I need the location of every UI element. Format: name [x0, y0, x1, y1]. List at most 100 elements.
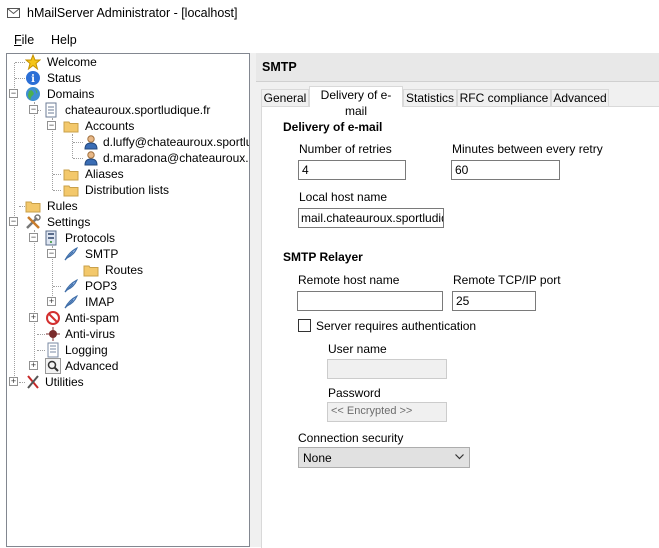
remote-port-input[interactable]: 25: [452, 291, 536, 311]
menu-file-accel: F: [14, 33, 22, 47]
tree-label-account: d.maradona@chateauroux.spo: [103, 151, 249, 165]
security-label: Connection security: [298, 431, 404, 445]
tree-label-account: d.luffy@chateauroux.sportludiq: [103, 135, 249, 149]
tree-label-rules: Rules: [47, 199, 78, 213]
security-value: None: [303, 451, 332, 465]
tab-rfc-compliance[interactable]: RFC compliance: [457, 89, 551, 106]
log-icon: [47, 342, 59, 358]
collapse-domain-button[interactable]: −: [29, 105, 38, 114]
collapse-protocols-button[interactable]: −: [29, 233, 38, 242]
star-icon: [25, 54, 41, 70]
tree-label-domains: Domains: [47, 87, 95, 101]
security-select[interactable]: None: [298, 447, 470, 468]
collapse-smtp-button[interactable]: −: [47, 249, 56, 258]
settings-panel: SMTP General Delivery of e-mail Statisti…: [256, 53, 659, 548]
folder-icon: [25, 201, 41, 213]
tree-label-antivirus: Anti-virus: [65, 327, 116, 341]
info-icon: i: [26, 71, 40, 85]
remote-host-label: Remote host name: [298, 273, 400, 287]
tab-general[interactable]: General: [261, 89, 309, 106]
tree-line: [53, 286, 61, 287]
tree-label-smtp: SMTP: [85, 247, 119, 261]
globe-icon: [26, 87, 40, 101]
folder-icon: [83, 265, 99, 277]
virus-icon: [46, 327, 60, 341]
minutes-input[interactable]: 60: [451, 160, 560, 180]
tree-label-welcome: Welcome: [47, 55, 97, 69]
folder-icon: [63, 121, 79, 133]
expand-advanced-button[interactable]: +: [29, 361, 38, 370]
svg-text:i: i: [31, 74, 35, 85]
navigation-tree[interactable]: − − − − − − + + + + Welcome i Status Dom…: [6, 53, 250, 547]
panel-title: SMTP: [262, 60, 297, 74]
tree-label-distribution-lists: Distribution lists: [85, 183, 170, 197]
tools-icon: [26, 214, 41, 229]
tree-label-antispam: Anti-spam: [65, 311, 120, 325]
tree-label-aliases: Aliases: [85, 167, 124, 181]
collapse-domains-button[interactable]: −: [9, 89, 18, 98]
chevron-down-icon: [455, 454, 464, 460]
username-label: User name: [328, 342, 387, 356]
delivery-heading: Delivery of e-mail: [283, 120, 383, 134]
feather-icon: [64, 294, 78, 309]
tree-label-domain: chateauroux.sportludique.fr: [65, 103, 211, 117]
user-icon: [84, 151, 98, 166]
window-title: hMailServer Administrator - [localhost]: [27, 6, 238, 20]
utilities-icon: [27, 375, 39, 389]
tree-line: [37, 334, 45, 335]
tree-label-advanced: Advanced: [65, 359, 119, 373]
menu-bar: File Help: [0, 29, 659, 51]
retries-label: Number of retries: [299, 142, 392, 156]
tree-label-routes: Routes: [105, 263, 144, 277]
tab-content: Delivery of e-mail Number of retries 4 M…: [261, 106, 659, 548]
retries-input[interactable]: 4: [298, 160, 406, 180]
expand-imap-button[interactable]: +: [47, 297, 56, 306]
tree-line: [34, 230, 35, 366]
auth-label[interactable]: Server requires authentication: [316, 319, 476, 333]
magnifier-icon: [45, 358, 61, 374]
menu-file[interactable]: File: [14, 33, 34, 47]
password-label: Password: [328, 386, 381, 400]
tree-line: [53, 190, 61, 191]
folder-icon: [63, 169, 79, 181]
user-icon: [84, 135, 98, 150]
tree-label-status: Status: [47, 71, 82, 85]
tree-label-imap: IMAP: [85, 295, 115, 309]
tree-line: [53, 174, 61, 175]
menu-help[interactable]: Help: [51, 33, 77, 47]
title-bar: hMailServer Administrator - [localhost]: [0, 0, 659, 28]
tree-line: [37, 350, 45, 351]
minutes-label: Minutes between every retry: [452, 142, 603, 156]
feather-icon: [64, 246, 78, 261]
hostname-label: Local host name: [299, 190, 388, 204]
tab-statistics[interactable]: Statistics: [403, 89, 457, 106]
tree-line: [15, 62, 25, 63]
password-input[interactable]: << Encrypted >>: [327, 402, 447, 422]
hostname-input[interactable]: mail.chateauroux.sportludique: [298, 208, 444, 228]
tree-label-pop3: POP3: [85, 279, 118, 293]
tree-line: [34, 102, 35, 190]
tab-delivery[interactable]: Delivery of e-mail: [309, 86, 403, 118]
tree-line: [73, 142, 83, 143]
expand-antispam-button[interactable]: +: [29, 313, 38, 322]
tree-label-settings: Settings: [47, 215, 91, 229]
remote-host-input[interactable]: [297, 291, 443, 311]
document-icon: [45, 102, 57, 118]
prohibited-icon: [46, 311, 60, 325]
remote-port-label: Remote TCP/IP port: [453, 273, 561, 287]
tab-advanced[interactable]: Advanced: [551, 89, 609, 106]
relayer-heading: SMTP Relayer: [283, 250, 363, 264]
auth-checkbox[interactable]: [298, 319, 311, 332]
menu-file-rest: ile: [21, 33, 35, 47]
username-input[interactable]: [327, 359, 447, 379]
tree-line: [73, 158, 83, 159]
tree-line: [72, 134, 73, 158]
panel-header: SMTP: [256, 53, 659, 82]
collapse-settings-button[interactable]: −: [9, 217, 18, 226]
tree-label-logging: Logging: [65, 343, 108, 357]
folder-icon: [63, 185, 79, 197]
server-icon: [45, 230, 57, 246]
collapse-accounts-button[interactable]: −: [47, 121, 56, 130]
tree-label-utilities: Utilities: [45, 375, 84, 389]
expand-utilities-button[interactable]: +: [9, 377, 18, 386]
